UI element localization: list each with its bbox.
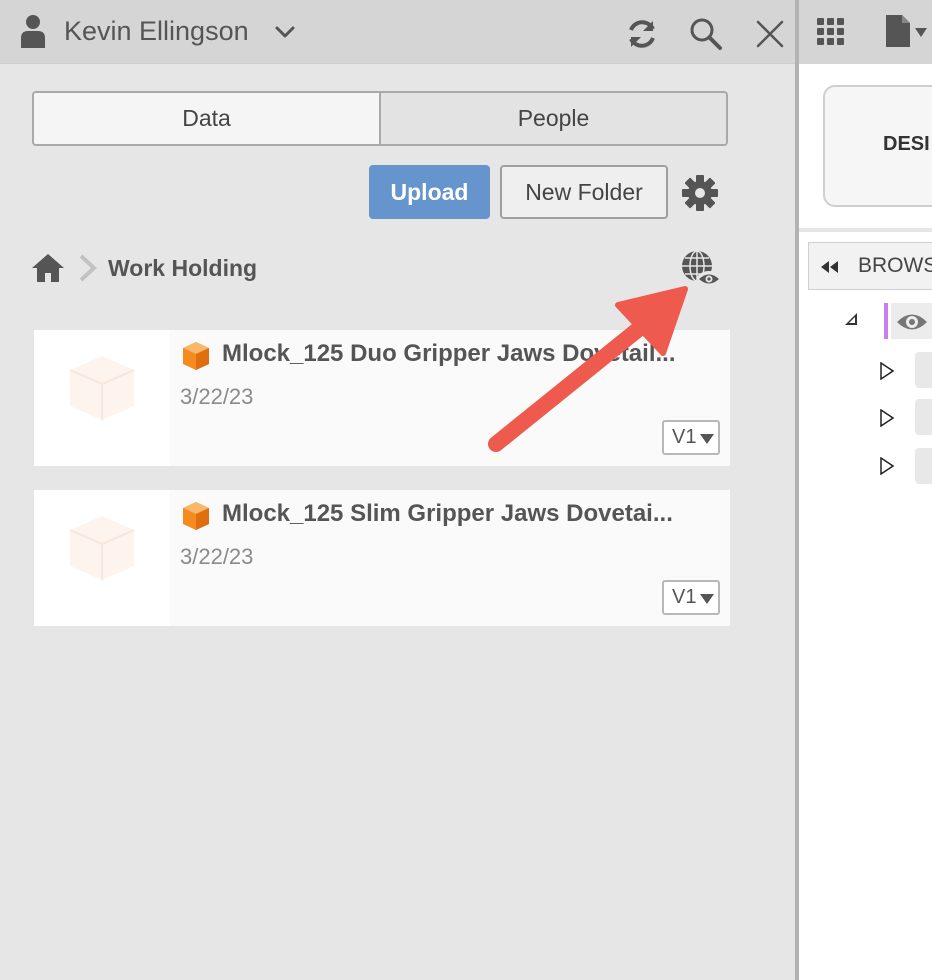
tab-data[interactable]: Data: [34, 93, 379, 144]
collapsed-triangle-icon[interactable]: [879, 457, 895, 475]
search-icon: [690, 18, 722, 50]
collapsed-triangle-icon[interactable]: [879, 409, 895, 427]
upload-button[interactable]: Upload: [369, 165, 490, 219]
close-icon: [756, 20, 784, 48]
globe-eye-icon[interactable]: [680, 249, 722, 289]
file-thumbnail[interactable]: [34, 330, 170, 466]
tree-node-icon[interactable]: [915, 352, 932, 388]
gear-icon[interactable]: [681, 174, 719, 212]
grid-icon[interactable]: [817, 18, 845, 46]
version-select[interactable]: V1: [662, 580, 720, 615]
panel-header: Kevin Ellingson: [0, 0, 797, 64]
cube-thumbnail-icon: [69, 516, 135, 580]
caret-down-icon: [700, 594, 714, 604]
file-date: 3/22/23: [180, 544, 254, 569]
refresh-icon: [629, 20, 655, 48]
file-title[interactable]: Mlock_125 Duo Gripper Jaws Dovetail...: [222, 340, 722, 368]
chevron-down-icon[interactable]: [274, 22, 296, 42]
data-panel: Kevin Ellingson Data People Upload New F…: [0, 0, 797, 980]
view-tabs: Data People: [32, 91, 728, 146]
collapse-icon[interactable]: [819, 259, 839, 275]
collapsed-triangle-icon[interactable]: [879, 362, 895, 380]
user-name[interactable]: Kevin Ellingson: [64, 16, 249, 47]
tab-people[interactable]: People: [379, 93, 726, 144]
new-folder-button[interactable]: New Folder: [500, 165, 668, 219]
home-icon[interactable]: [31, 252, 65, 284]
person-icon: [21, 15, 45, 48]
chevron-right-icon: [79, 254, 97, 282]
file-card[interactable]: Mlock_125 Duo Gripper Jaws Dovetail... 3…: [34, 330, 730, 466]
eye-icon[interactable]: [895, 311, 929, 333]
close-button[interactable]: [750, 14, 790, 54]
cube-icon: [183, 502, 209, 530]
search-button[interactable]: [686, 14, 726, 54]
caret-down-icon: [700, 434, 714, 444]
file-date: 3/22/23: [180, 384, 254, 409]
file-card[interactable]: Mlock_125 Slim Gripper Jaws Dovetai... 3…: [34, 490, 730, 626]
tree-node-icon[interactable]: [915, 399, 932, 435]
browser-title: BROWS: [858, 254, 932, 277]
design-toolbar: [799, 0, 932, 64]
expanded-triangle-icon[interactable]: [844, 312, 858, 326]
breadcrumb-current: Work Holding: [108, 255, 258, 281]
cube-icon: [183, 342, 209, 370]
file-thumbnail[interactable]: [34, 490, 170, 626]
divider: [799, 228, 932, 232]
version-label: V1: [672, 586, 697, 608]
file-title[interactable]: Mlock_125 Slim Gripper Jaws Dovetai...: [222, 500, 722, 528]
design-panel: DESI BROWS: [799, 0, 932, 980]
active-marker: [884, 303, 888, 339]
tree-node-icon[interactable]: [915, 448, 932, 484]
document-icon[interactable]: [885, 14, 911, 48]
version-select[interactable]: V1: [662, 420, 720, 455]
design-tab-label: DESI: [883, 133, 930, 155]
version-label: V1: [672, 426, 697, 448]
cube-thumbnail-icon: [69, 356, 135, 420]
refresh-button[interactable]: [622, 14, 662, 54]
caret-down-icon[interactable]: [915, 28, 927, 37]
